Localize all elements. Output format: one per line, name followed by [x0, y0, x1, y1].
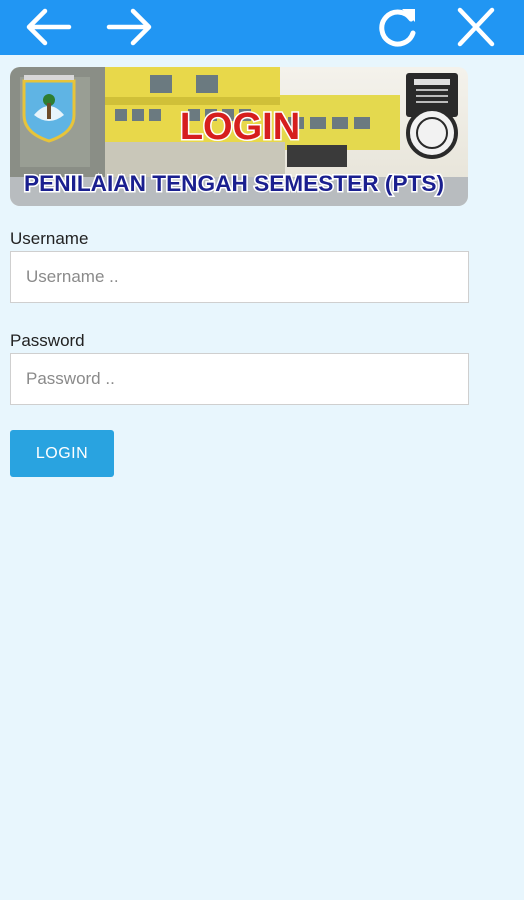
certified-badge-logo	[406, 73, 458, 159]
reload-button[interactable]	[371, 4, 425, 50]
username-label: Username	[10, 229, 89, 248]
username-input[interactable]	[10, 251, 469, 303]
banner-subtitle: PENILAIAN TENGAH SEMESTER (PTS)	[24, 171, 444, 196]
login-button[interactable]: LOGIN	[10, 430, 114, 477]
login-banner: LOGIN PENILAIAN TENGAH SEMESTER (PTS)	[10, 67, 468, 206]
password-label: Password	[10, 331, 85, 350]
close-button[interactable]	[449, 4, 503, 50]
forward-button[interactable]	[103, 4, 157, 50]
close-icon	[457, 7, 495, 47]
banner-title: LOGIN	[180, 106, 300, 148]
arrow-left-icon	[26, 8, 72, 46]
password-input[interactable]	[10, 353, 469, 405]
arrow-right-icon	[106, 8, 152, 46]
school-sign	[287, 145, 347, 167]
top-toolbar	[0, 0, 524, 55]
refresh-icon	[379, 9, 416, 47]
school-crest-logo	[22, 75, 76, 143]
back-button[interactable]	[21, 4, 75, 50]
